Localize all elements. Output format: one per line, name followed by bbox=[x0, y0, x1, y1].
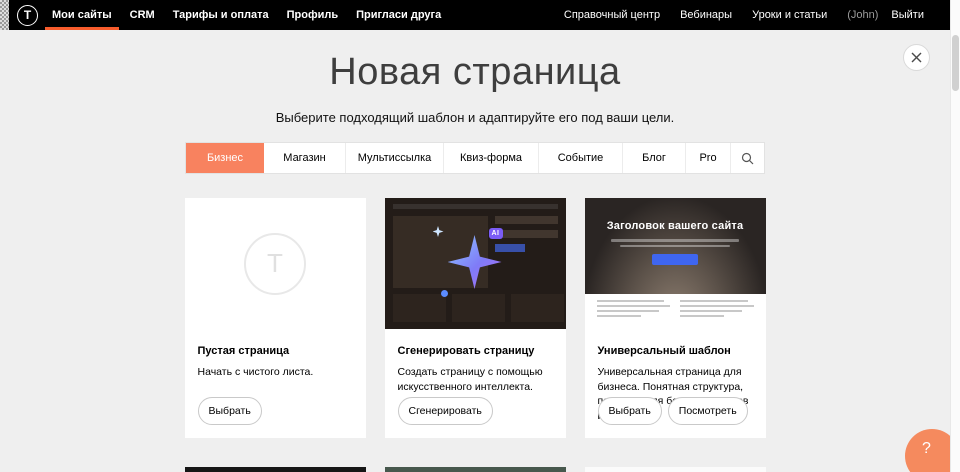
tab-multilink[interactable]: Мультиссылка bbox=[346, 143, 444, 173]
tilda-logo[interactable]: T bbox=[17, 5, 38, 26]
tab-pro[interactable]: Pro bbox=[686, 143, 731, 173]
scrollbar[interactable] bbox=[950, 0, 960, 472]
nav-crm[interactable]: CRM bbox=[121, 0, 164, 30]
edge-pattern-decoration bbox=[0, 0, 9, 30]
page-title: Новая страница bbox=[0, 51, 950, 93]
watermark-letter: T bbox=[267, 248, 283, 279]
template-thumbnail-partial bbox=[185, 467, 366, 472]
mini-hero-heading: Заголовок вашего сайта bbox=[585, 198, 766, 232]
tab-event[interactable]: Событие bbox=[539, 143, 623, 173]
card-title: Универсальный шаблон bbox=[598, 345, 753, 357]
scrollbar-thumb[interactable] bbox=[952, 35, 959, 91]
select-universal-button[interactable]: Выбрать bbox=[598, 397, 662, 425]
card-description: Создать страницу с помощью искусственног… bbox=[398, 365, 553, 394]
mini-text-section bbox=[585, 294, 766, 329]
generate-button[interactable]: Сгенерировать bbox=[398, 397, 493, 425]
nav-webinars[interactable]: Вебинары bbox=[670, 9, 742, 21]
universal-template-thumbnail: Заголовок вашего сайта bbox=[585, 198, 766, 329]
card-actions: Сгенерировать bbox=[398, 397, 493, 425]
card-body: Пустая страница Начать с чистого листа. bbox=[185, 329, 366, 380]
card-title: Пустая страница bbox=[198, 345, 353, 357]
card-body: Сгенерировать страницу Создать страницу … bbox=[385, 329, 566, 394]
select-blank-button[interactable]: Выбрать bbox=[198, 397, 262, 425]
card-actions: Выбрать Посмотреть bbox=[598, 397, 748, 425]
template-card-universal: Заголовок вашего сайта Универсальный шаб… bbox=[585, 198, 766, 438]
mini-text-line bbox=[611, 239, 739, 242]
close-button[interactable] bbox=[903, 44, 930, 71]
mini-text-column bbox=[680, 300, 754, 329]
secondary-nav: Справочный центр Вебинары Уроки и статьи… bbox=[554, 9, 944, 21]
preview-universal-button[interactable]: Посмотреть bbox=[668, 397, 748, 425]
tab-blog[interactable]: Блог bbox=[623, 143, 686, 173]
nav-invite-friend[interactable]: Пригласи друга bbox=[347, 0, 450, 30]
nav-help-center[interactable]: Справочный центр bbox=[554, 9, 670, 21]
template-thumbnail-partial bbox=[585, 467, 766, 472]
page-subtitle: Выберите подходящий шаблон и адаптируйте… bbox=[0, 110, 950, 125]
card-description: Начать с чистого листа. bbox=[198, 365, 353, 380]
next-templates-row bbox=[185, 467, 766, 472]
top-bar: T Мои сайты CRM Тарифы и оплата Профиль … bbox=[0, 0, 952, 30]
tilda-logo-letter: T bbox=[24, 8, 31, 22]
help-button-label: ? bbox=[922, 440, 931, 458]
template-thumbnail-partial bbox=[385, 467, 566, 472]
main-nav: Мои сайты CRM Тарифы и оплата Профиль Пр… bbox=[43, 0, 450, 30]
card-title: Сгенерировать страницу bbox=[398, 345, 553, 357]
card-actions: Выбрать bbox=[198, 397, 262, 425]
template-category-tabs: Бизнес Магазин Мультиссылка Квиз-форма С… bbox=[185, 142, 765, 174]
mini-text-column bbox=[597, 300, 671, 329]
template-cards: T Пустая страница Начать с чистого листа… bbox=[185, 198, 766, 438]
tab-search[interactable] bbox=[731, 143, 764, 173]
template-card-ai: AI Сгенерировать страницу Создать страни… bbox=[385, 198, 566, 438]
user-box: (John)Выйти bbox=[837, 9, 944, 21]
nav-lessons[interactable]: Уроки и статьи bbox=[742, 9, 837, 21]
tab-business[interactable]: Бизнес bbox=[186, 143, 264, 173]
ai-badge: AI bbox=[489, 228, 503, 239]
tab-quiz-form[interactable]: Квиз-форма bbox=[444, 143, 539, 173]
new-page-modal: Новая страница Выберите подходящий шабло… bbox=[0, 30, 950, 472]
sparkle-dot-icon bbox=[441, 290, 448, 297]
mini-hero-section: Заголовок вашего сайта bbox=[585, 198, 766, 294]
nav-profile[interactable]: Профиль bbox=[278, 0, 347, 30]
mini-cta-button bbox=[652, 254, 698, 265]
search-icon bbox=[741, 152, 754, 165]
user-name: (John) bbox=[847, 9, 878, 21]
nav-tariffs[interactable]: Тарифы и оплата bbox=[164, 0, 278, 30]
logout-link[interactable]: Выйти bbox=[881, 9, 934, 21]
ai-template-thumbnail: AI bbox=[385, 198, 566, 329]
template-card-blank: T Пустая страница Начать с чистого листа… bbox=[185, 198, 366, 438]
tab-shop[interactable]: Магазин bbox=[264, 143, 346, 173]
blank-template-thumbnail: T bbox=[185, 198, 366, 329]
close-icon bbox=[911, 52, 922, 63]
nav-my-sites[interactable]: Мои сайты bbox=[43, 0, 121, 30]
mini-text-line bbox=[620, 245, 730, 248]
tilda-watermark-icon: T bbox=[244, 233, 306, 295]
